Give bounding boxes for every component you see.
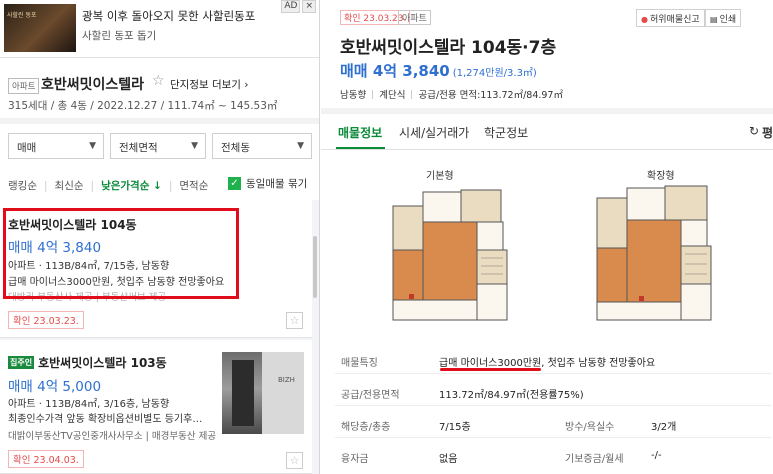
listing-panel: 사할린 동포 광복 이후 돌아오지 못한 사할린동포 사할린 동포 돕기 AD … — [0, 0, 320, 474]
ad-badge: AD × — [281, 0, 316, 13]
row-label: 공급/전용면적 — [341, 390, 400, 401]
sort-latest[interactable]: 최신순 — [55, 178, 84, 193]
filter-bar: 매매 ▼ 전체면적 ▼ 전체동 ▼ — [8, 133, 312, 159]
report-label: 허위매물신고 — [649, 15, 700, 25]
highlight-box — [3, 208, 239, 299]
floor-plan-basic[interactable] — [389, 184, 509, 324]
building-select[interactable]: 전체동 ▼ — [212, 133, 312, 159]
photo-door — [232, 360, 254, 426]
row-label: 매물특징 — [341, 358, 378, 369]
row-label: 융자금 — [341, 454, 369, 465]
detail-type-tag: 아파트 — [398, 10, 431, 25]
print-button[interactable]: ▤ 인쇄 — [705, 9, 742, 27]
detail-tabs: 매물정보 시세/실거래가 학군정보 ↻ 평 — [321, 114, 773, 150]
listing-confirm-date: 확인 23.03.23. — [8, 311, 84, 329]
row-value: 7/15층 — [439, 422, 471, 433]
listing-description: 최종인수가격 앞동 확장비옵션비별도 등기후… — [8, 414, 203, 425]
meta-direction: 남동향 — [340, 90, 367, 101]
complex-type-tag: 아파트 — [8, 78, 40, 94]
divider — [372, 89, 374, 99]
floor-plan-extended[interactable] — [593, 184, 713, 324]
sort-ranking[interactable]: 랭킹순 — [8, 178, 37, 193]
same-listing-label: 동일매물 묶기 — [246, 178, 308, 190]
sort-area[interactable]: 면적순 — [179, 178, 208, 193]
favorite-star-icon[interactable]: ☆ — [286, 452, 303, 469]
chevron-down-icon: ▼ — [89, 141, 96, 151]
complex-info-more-link[interactable]: 단지정보 더보기 › — [170, 77, 249, 92]
listing-confirm-date: 확인 23.04.03. — [8, 450, 84, 468]
print-label: 인쇄 — [719, 15, 737, 25]
complex-header: 아파트 호반써밋이스텔라 ☆ 단지정보 더보기 › 315세대 / 총 4동 /… — [0, 58, 319, 124]
table-row: 공급/전용면적 113.72㎡/84.97㎡(전용률75%) — [335, 378, 771, 406]
listing-title-text: 호반써밋이스텔라 103동 — [38, 356, 167, 370]
tab-listing-info[interactable]: 매물정보 — [338, 124, 382, 141]
row-value: 급매 마이너스3000만원, 첫입주 남동향 전망좋아요 — [439, 358, 656, 369]
siren-icon: ● — [641, 15, 648, 24]
plan-label-extended: 확장형 — [647, 171, 675, 182]
table-row: 융자금 없음 기보증금/월세 -/- — [335, 442, 771, 470]
ad-banner[interactable]: 사할린 동포 광복 이후 돌아오지 못한 사할린동포 사할린 동포 돕기 AD … — [0, 0, 319, 58]
print-icon: ▤ — [710, 15, 718, 24]
detail-meta: 남동향 계단식 공급/전용 면적:113.72㎡/84.97㎡ — [340, 87, 563, 101]
listing-spec: 아파트 · 113B/84㎡, 3/16층, 남동향 — [8, 399, 170, 410]
photo-wall — [262, 352, 304, 434]
row-label: 해당층/총층 — [341, 422, 391, 433]
detail-price-value: 매매 4억 3,840 — [340, 62, 450, 80]
detail-price: 매매 4억 3,840 (1,274만원/3.3㎡) — [340, 60, 537, 81]
complex-name: 호반써밋이스텔라 — [41, 77, 145, 93]
detail-price-per-area: (1,274만원/3.3㎡) — [452, 68, 537, 79]
ad-thumb-text: 사할린 동포 — [7, 12, 37, 19]
detail-title: 호반써밋이스텔라 104동·7층 — [340, 38, 557, 58]
divider: | — [43, 179, 48, 192]
listing-title: 집주인 호반써밋이스텔라 103동 — [8, 354, 167, 371]
favorite-star-icon[interactable]: ☆ — [286, 312, 303, 329]
listing-photo[interactable]: BIZH — [222, 352, 304, 434]
row-value: -/- — [651, 450, 662, 461]
sort-options: 랭킹순 | 최신순 | 낮은가격순 ↓ | 면적순 — [8, 178, 208, 193]
listing-agent: 대밝이부동산TV공인중개사사무소 | 매경부동산 제공 — [8, 431, 217, 442]
ad-close-icon[interactable]: × — [302, 0, 316, 13]
row-value: 3/2개 — [651, 422, 677, 433]
table-row: 해당층/총층 7/15층 방수/욕실수 3/2개 — [335, 410, 771, 438]
area-value: 전체면적 — [119, 142, 158, 154]
highlight-underline — [440, 368, 541, 371]
area-select[interactable]: 전체면적 ▼ — [110, 133, 206, 159]
owner-tag: 집주인 — [8, 356, 35, 369]
tab-school-info[interactable]: 학군정보 — [484, 124, 528, 141]
photo-watermark: BIZH — [278, 376, 295, 384]
active-tab-indicator — [336, 147, 385, 149]
divider: | — [168, 179, 173, 192]
row-value: 없음 — [439, 454, 458, 465]
listing-detail-panel: 확인 23.03.23. 아파트 ● 허위매물신고 ▤ 인쇄 호반써밋이스텔라 10… — [321, 0, 773, 474]
divider — [411, 89, 413, 99]
trade-type-value: 매매 — [17, 142, 37, 154]
same-listing-toggle[interactable]: ✓ 동일매물 묶기 — [228, 176, 307, 191]
meta-area: 공급/전용 면적:113.72㎡/84.97㎡ — [418, 90, 563, 101]
sort-low-price[interactable]: 낮은가격순 ↓ — [101, 178, 162, 193]
ad-label: AD — [281, 0, 301, 13]
complex-summary: 315세대 / 총 4동 / 2022.12.27 / 111.74㎡ ~ 14… — [8, 100, 278, 112]
table-row: 매물특징 급매 마이너스3000만원, 첫입주 남동향 전망좋아요 — [335, 346, 771, 374]
ad-title[interactable]: 광복 이후 돌아오지 못한 사할린동포 — [82, 8, 255, 24]
listing-price: 매매 4억 5,000 — [8, 379, 102, 395]
ad-thumbnail[interactable]: 사할린 동포 — [4, 4, 76, 52]
chevron-down-icon: ▼ — [191, 141, 198, 151]
plan-label-basic: 기본형 — [426, 171, 454, 182]
row-label: 방수/욕실수 — [565, 422, 615, 433]
checkbox-checked-icon[interactable]: ✓ — [228, 177, 241, 190]
report-fake-listing-button[interactable]: ● 허위매물신고 — [636, 9, 705, 27]
favorite-star-icon[interactable]: ☆ — [152, 73, 165, 89]
divider: | — [90, 179, 95, 192]
refresh-icon[interactable]: ↻ — [749, 124, 759, 138]
building-value: 전체동 — [221, 142, 250, 154]
row-value: 113.72㎡/84.97㎡(전용률75%) — [439, 390, 584, 401]
tab-price-history[interactable]: 시세/실거래가 — [399, 124, 469, 141]
tab-more[interactable]: 평 — [762, 124, 773, 141]
trade-type-select[interactable]: 매매 ▼ — [8, 133, 104, 159]
meta-structure: 계단식 — [379, 90, 406, 101]
row-label: 기보증금/월세 — [565, 454, 624, 465]
chevron-down-icon: ▼ — [297, 141, 304, 151]
ad-subtitle[interactable]: 사할린 동포 돕기 — [82, 28, 156, 43]
scrollbar[interactable] — [313, 236, 317, 298]
